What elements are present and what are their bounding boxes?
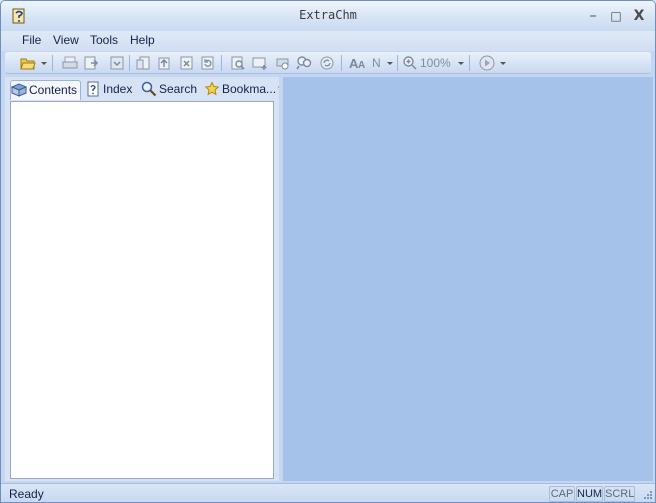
title-bar[interactable]: ExtraChm – □ X — [1, 1, 655, 31]
play-dropdown-caret[interactable] — [500, 62, 506, 65]
toolbar-separator — [129, 55, 130, 71]
up-icon[interactable] — [156, 55, 172, 71]
book-question-icon — [11, 83, 27, 97]
tab-bookmarks[interactable]: Bookma... — [204, 80, 276, 100]
zoom-value[interactable]: 100% — [420, 56, 451, 70]
num-lock-indicator: NUM — [576, 486, 603, 502]
toolbar-separator — [52, 55, 53, 71]
tab-index[interactable]: Index — [85, 80, 132, 100]
font-size-icon[interactable]: AA — [349, 55, 367, 71]
status-text: Ready — [9, 487, 44, 501]
tab-index-label: Index — [103, 82, 133, 96]
zoom-icon[interactable] — [402, 55, 418, 71]
tab-search-label: Search — [159, 82, 198, 96]
app-window: ExtraChm – □ X File View Tools Help A A … — [0, 0, 656, 503]
scroll-lock-indicator: SCRL — [604, 486, 635, 502]
font-size-dropdown-caret[interactable] — [387, 62, 393, 65]
save-icon[interactable] — [109, 55, 125, 71]
close-button[interactable]: X — [629, 6, 649, 26]
resize-grip-icon[interactable] — [643, 490, 653, 500]
toolbar-separator — [397, 55, 398, 71]
toolbar-separator — [221, 55, 222, 71]
toolbar-separator — [341, 55, 342, 71]
contents-tree[interactable] — [10, 101, 274, 479]
play-icon[interactable] — [479, 55, 495, 71]
print-icon[interactable] — [62, 55, 78, 71]
sync-icon[interactable] — [319, 55, 335, 71]
caps-lock-indicator: CAP — [549, 486, 575, 502]
print-preview-icon[interactable] — [275, 55, 291, 71]
tab-bookmarks-label: Bookma... — [222, 82, 277, 96]
copy-icon[interactable] — [136, 55, 152, 71]
document-view[interactable] — [283, 77, 653, 481]
menu-help[interactable]: Help — [130, 33, 155, 47]
document-question-icon — [87, 81, 99, 97]
menu-file[interactable]: File — [22, 33, 41, 47]
minimize-button[interactable]: – — [583, 6, 603, 26]
status-bar: Ready CAP NUM SCRL — [1, 483, 655, 502]
star-icon — [204, 81, 220, 96]
menu-bar: File View Tools Help — [1, 31, 655, 51]
add-icon[interactable] — [252, 55, 268, 71]
tab-contents-label: Contents — [29, 83, 78, 97]
stop-icon[interactable] — [179, 55, 195, 71]
maximize-button[interactable]: □ — [606, 6, 626, 26]
tab-search[interactable]: Search — [141, 80, 197, 100]
menu-tools[interactable]: Tools — [90, 33, 118, 47]
tab-contents[interactable]: Contents — [10, 80, 82, 100]
zoom-dropdown-caret[interactable] — [458, 62, 464, 65]
window-title: ExtraChm — [299, 8, 357, 22]
open-folder-icon[interactable] — [20, 55, 36, 71]
sidebar-panel: Contents Index Search Bookma... — [5, 77, 282, 481]
font-size-value[interactable]: N — [372, 56, 381, 70]
svg-text:A: A — [358, 60, 365, 71]
toolbar: AA N 100% — [5, 52, 651, 74]
toolbar-separator — [469, 55, 470, 71]
forward-page-icon[interactable] — [83, 55, 99, 71]
magnifier-icon — [141, 81, 157, 97]
search-icon[interactable] — [296, 55, 312, 71]
menu-view[interactable]: View — [53, 33, 79, 47]
find-icon[interactable] — [230, 55, 246, 71]
open-dropdown-caret[interactable] — [41, 62, 47, 65]
refresh-icon[interactable] — [200, 55, 216, 71]
